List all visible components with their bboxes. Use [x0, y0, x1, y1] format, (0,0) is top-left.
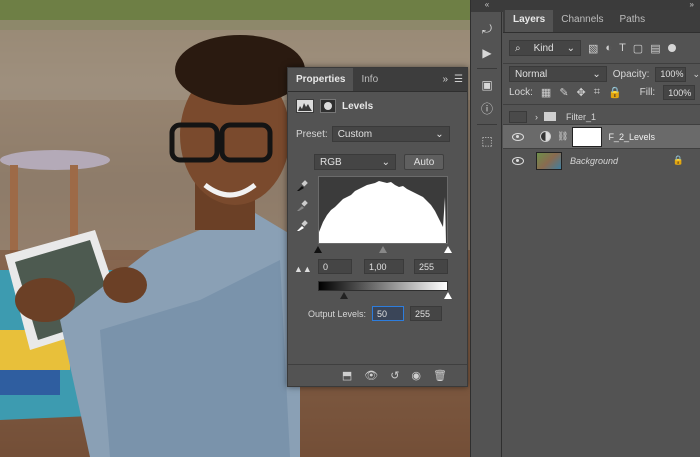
properties-tab-bar: Properties Info » ☰	[288, 68, 467, 92]
visibility-toggle-icon[interactable]: ◉	[411, 369, 421, 382]
output-black-field[interactable]: 50	[372, 306, 405, 321]
chevron-down-icon: ⌄	[566, 42, 575, 54]
lock-label: Lock:	[509, 87, 533, 98]
tab-properties[interactable]: Properties	[288, 68, 354, 91]
channel-dropdown[interactable]: RGB ⌄	[314, 154, 396, 170]
filter-shape-icon[interactable]: ▢	[633, 42, 643, 55]
tab-paths[interactable]: Paths	[612, 8, 654, 32]
fill-label: Fill:	[639, 87, 656, 98]
histogram	[318, 176, 448, 244]
layer-thumbnail	[536, 151, 562, 170]
collapsed-panel-dock: « ⤾ ▶ ▣ ⓘ ⬚	[470, 0, 503, 457]
input-white-field[interactable]: 255	[414, 259, 448, 274]
lock-transparent-icon[interactable]: ▦	[541, 86, 551, 99]
layer-filter-dropdown[interactable]: ⌕ Kind ⌄	[509, 40, 581, 56]
clip-to-layer-icon[interactable]: ⬒	[342, 369, 352, 382]
visibility-box[interactable]	[509, 110, 527, 123]
preset-value: Custom	[337, 128, 373, 140]
layer-row-f-2-levels[interactable]: ⛓ F_2_Levels	[503, 124, 700, 148]
input-white-slider[interactable]	[444, 246, 452, 253]
blend-mode-dropdown[interactable]: Normal ⌄	[509, 66, 607, 82]
chevron-down-icon[interactable]: ⌄	[692, 69, 700, 80]
auto-button[interactable]: Auto	[404, 154, 444, 170]
output-black-slider[interactable]	[340, 292, 348, 299]
layers-panel[interactable]: » Layers Channels Paths ⌕ Kind ⌄ ▧ ◐ T ▢…	[503, 0, 700, 457]
chevron-right-icon[interactable]: ›	[535, 112, 538, 122]
preset-label: Preset:	[296, 128, 328, 140]
output-slider-track[interactable]	[318, 292, 452, 300]
adjustment-title: Levels	[342, 100, 374, 112]
properties-panel-icon[interactable]: ▣	[480, 78, 494, 92]
link-icon[interactable]: ⛓	[557, 131, 568, 142]
view-previous-state-icon[interactable]: 👁	[364, 369, 378, 382]
fill-value: 100%	[668, 87, 692, 98]
eye-icon[interactable]	[512, 132, 524, 141]
panel-menu-icon[interactable]: ☰	[454, 74, 463, 85]
eye-icon[interactable]	[512, 156, 524, 165]
layer-name[interactable]: Filter_1	[566, 112, 596, 122]
layer-name[interactable]: Background	[570, 156, 618, 166]
reset-icon[interactable]: ↺	[390, 369, 399, 382]
layer-mask-thumbnail[interactable]	[572, 126, 603, 147]
lock-icon: 🔒	[672, 155, 684, 165]
folder-icon	[544, 112, 556, 121]
fill-field[interactable]: 100%	[663, 85, 696, 100]
output-white-slider[interactable]	[444, 292, 452, 299]
filter-toggle-icon[interactable]	[667, 44, 676, 52]
delete-icon[interactable]: 🗑	[433, 369, 447, 382]
info-icon[interactable]: ⓘ	[480, 102, 494, 116]
preset-dropdown[interactable]: Custom ⌄	[331, 126, 450, 142]
opacity-value: 100%	[660, 69, 684, 79]
clipping-warning-icon[interactable]: ▲▲	[294, 264, 312, 274]
lock-artboard-icon[interactable]: ⌗	[594, 86, 600, 99]
lock-image-icon[interactable]: ✎	[559, 86, 568, 99]
properties-panel[interactable]: Properties Info » ☰ Levels Preset: Custo…	[287, 67, 468, 387]
layer-mask-icon[interactable]	[320, 99, 336, 113]
adjustment-layer-icon	[540, 131, 551, 142]
filter-smart-object-icon[interactable]: ▤	[650, 42, 660, 55]
collapse-dock-icon[interactable]: «	[471, 0, 503, 12]
brush-presets-icon[interactable]: ⬚	[480, 134, 494, 148]
opacity-field[interactable]: 100%	[655, 66, 687, 82]
opacity-label: Opacity:	[612, 68, 650, 80]
chevron-down-icon: ⌄	[592, 68, 601, 80]
output-gradient	[318, 281, 448, 291]
input-black-slider[interactable]	[314, 246, 322, 253]
gray-point-eyedropper-icon[interactable]	[296, 200, 308, 212]
levels-adjustment-icon	[296, 99, 314, 113]
output-levels-label: Output Levels:	[308, 308, 367, 319]
tab-info[interactable]: Info	[353, 68, 386, 91]
search-icon: ⌕	[515, 42, 521, 54]
channel-value: RGB	[320, 156, 342, 168]
filter-kind-value: Kind	[533, 42, 554, 54]
layer-row-background[interactable]: Background 🔒	[503, 148, 700, 172]
black-point-eyedropper-icon[interactable]	[296, 180, 308, 192]
chevron-down-icon: ⌄	[435, 128, 444, 140]
blend-mode-value: Normal	[515, 68, 548, 80]
properties-bottom-toolbar: ⬒ 👁 ↺ ◉ 🗑	[288, 364, 467, 386]
lock-position-icon[interactable]: ✥	[577, 86, 586, 99]
output-white-field[interactable]: 255	[410, 306, 443, 321]
input-gamma-field[interactable]: 1,00	[364, 259, 404, 274]
history-icon[interactable]: ⤾	[480, 22, 494, 36]
filter-type-icon[interactable]: T	[619, 42, 626, 54]
white-point-eyedropper-icon[interactable]	[296, 220, 308, 232]
collapse-icon[interactable]: »	[442, 74, 448, 85]
layer-name[interactable]: F_2_Levels	[608, 132, 655, 142]
dock-collapse-icon[interactable]: »	[503, 0, 700, 10]
play-actions-icon[interactable]: ▶	[480, 46, 494, 60]
lock-all-icon[interactable]: 🔒	[608, 86, 622, 99]
filter-pixel-icon[interactable]: ▧	[588, 42, 598, 55]
tab-channels[interactable]: Channels	[553, 8, 611, 32]
filter-adjustment-icon[interactable]: ◐	[605, 42, 612, 54]
input-gamma-slider[interactable]	[379, 246, 387, 253]
input-slider-track[interactable]	[314, 246, 452, 254]
input-black-field[interactable]: 0	[318, 259, 352, 274]
tab-layers[interactable]: Layers	[505, 8, 554, 32]
chevron-down-icon: ⌄	[381, 156, 390, 168]
